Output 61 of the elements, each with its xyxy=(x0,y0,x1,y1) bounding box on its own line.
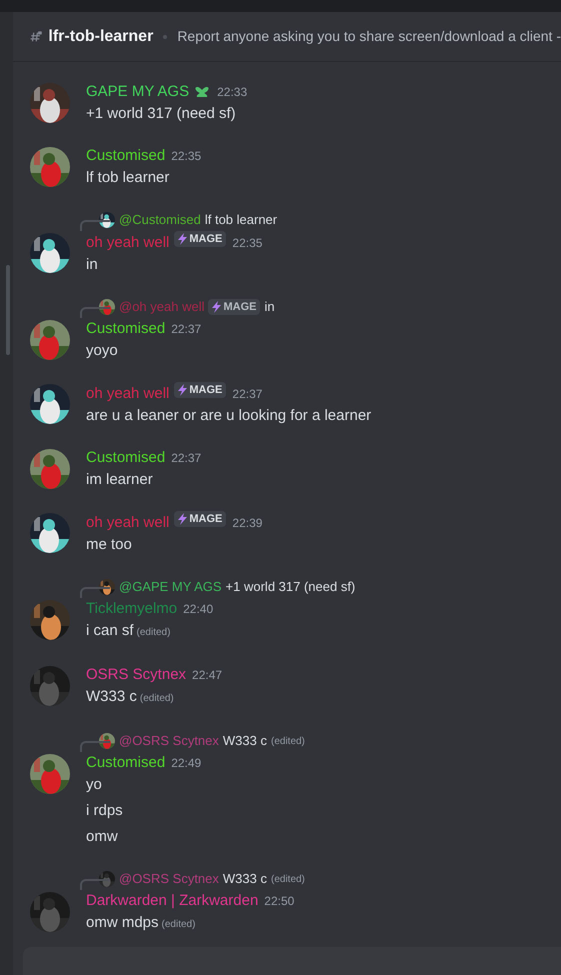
reply-text: in xyxy=(264,298,275,316)
timestamp: 22:33 xyxy=(217,85,248,99)
timestamp: 22:47 xyxy=(192,668,222,682)
timestamp: 22:50 xyxy=(264,894,294,908)
lightning-icon xyxy=(177,513,188,525)
edited-label: (edited) xyxy=(136,627,170,638)
reply-text: lf tob learner xyxy=(204,211,278,230)
lightning-icon xyxy=(177,384,188,396)
author-name[interactable]: oh yeah well xyxy=(86,385,170,402)
timestamp: 22:40 xyxy=(183,602,214,616)
message-text: lf tob learner xyxy=(86,169,170,186)
author-name[interactable]: Darkwarden | Zarkwarden xyxy=(86,892,258,909)
author-name[interactable]: Customised xyxy=(86,754,166,771)
reply-author[interactable]: @GAPE MY AGS xyxy=(119,577,222,597)
edited-label: (edited) xyxy=(270,872,305,886)
message-text: omw xyxy=(86,828,118,845)
message-text: yoyo xyxy=(86,342,118,359)
message-text: W333 c xyxy=(86,688,137,705)
role-badge: MAGE xyxy=(174,231,226,247)
timestamp: 22:37 xyxy=(171,451,202,465)
message-text: im learner xyxy=(86,471,153,488)
message-text: +1 world 317 (need sf) xyxy=(86,105,236,122)
scrollbar-thumb[interactable] xyxy=(6,265,10,355)
author-name[interactable]: oh yeah well xyxy=(86,514,170,531)
author-name[interactable]: oh yeah well xyxy=(86,234,170,251)
author-name[interactable]: Customised xyxy=(86,449,166,466)
role-badge: MAGE xyxy=(208,299,260,315)
reply-author[interactable]: @oh yeah well xyxy=(119,297,204,317)
edited-label: (edited) xyxy=(270,734,305,748)
role-badge: MAGE xyxy=(174,382,226,398)
reply-text: W333 c xyxy=(222,732,267,750)
author-name[interactable]: Customised xyxy=(86,147,166,164)
author-name[interactable]: Customised xyxy=(86,320,166,337)
reply-author[interactable]: @Customised xyxy=(119,210,201,230)
message-text: me too xyxy=(86,536,132,553)
timestamp: 22:39 xyxy=(232,516,262,530)
author-name[interactable]: OSRS Scytnex xyxy=(86,666,186,683)
message-text: are u a leaner or are u looking for a learner xyxy=(86,407,372,424)
lightning-icon xyxy=(211,301,222,313)
timestamp: 22:37 xyxy=(171,322,202,336)
author-name[interactable]: Ticklemyelmo xyxy=(86,600,178,617)
timestamp: 22:35 xyxy=(171,149,202,163)
channel-name: lfr-tob-learner xyxy=(48,26,154,46)
lightning-icon xyxy=(177,233,188,245)
timestamp: 22:37 xyxy=(232,387,262,401)
reply-author[interactable]: @OSRS Scytnex xyxy=(119,869,219,889)
author-name[interactable]: GAPE MY AGS xyxy=(86,83,190,100)
reply-text: W333 c xyxy=(222,870,267,888)
message-text: yo xyxy=(86,776,102,793)
channel-topic: Report anyone asking you to share screen/download a client - xyxy=(177,27,561,46)
timestamp: 22:49 xyxy=(171,756,202,770)
timestamp: 22:35 xyxy=(232,236,262,250)
message-text: i can sf xyxy=(86,622,134,639)
message-text: i rdps xyxy=(86,802,123,819)
message-text: omw mdps xyxy=(86,914,159,931)
reply-text: +1 world 317 (need sf) xyxy=(226,578,356,596)
reply-author[interactable]: @OSRS Scytnex xyxy=(119,731,219,751)
edited-label: (edited) xyxy=(162,919,196,930)
role-badge: MAGE xyxy=(174,511,226,527)
message-text: in xyxy=(86,256,98,273)
edited-label: (edited) xyxy=(140,693,174,704)
